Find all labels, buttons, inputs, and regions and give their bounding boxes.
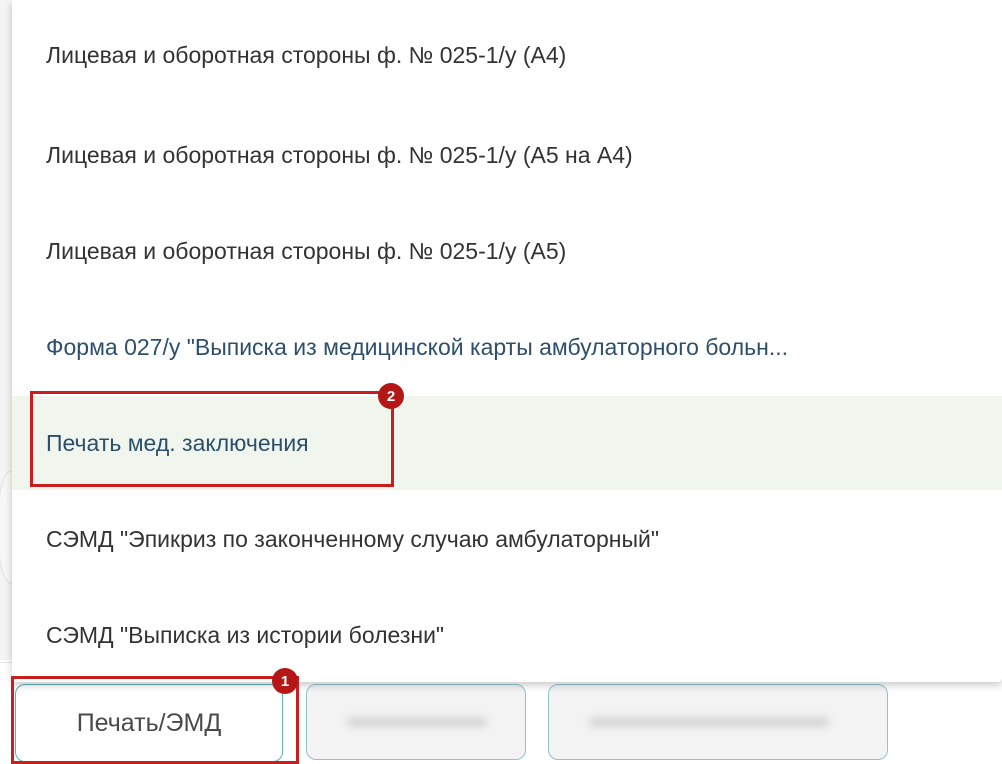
menu-item-025-a5[interactable]: Лицевая и оборотная стороны ф. № 025-1/у… (12, 204, 1002, 298)
menu-item-semd-epicrisis[interactable]: СЭМД "Эпикриз по законченному случаю амб… (12, 492, 1002, 586)
page-backdrop (0, 0, 12, 764)
menu-item-semd-discharge[interactable]: СЭМД "Выписка из истории болезни" (12, 588, 1002, 682)
menu-item-025-a4[interactable]: Лицевая и оборотная стороны ф. № 025-1/у… (12, 8, 1002, 102)
menu-item-label: Лицевая и оборотная стороны ф. № 025-1/у… (46, 41, 567, 68)
print-dropdown-menu: Лицевая и оборотная стороны ф. № 025-1/у… (12, 0, 1002, 682)
menu-item-label: Лицевая и оборотная стороны ф. № 025-1/у… (46, 237, 567, 264)
annotation-marker-2: 2 (378, 383, 404, 409)
menu-item-label: СЭМД "Выписка из истории болезни" (46, 621, 445, 648)
print-emd-button[interactable]: Печать/ЭМД (15, 684, 283, 762)
menu-item-med-conclusion[interactable]: Печать мед. заключения (12, 396, 1002, 490)
print-emd-button-label: Печать/ЭМД (76, 708, 222, 737)
secondary-button-1[interactable] (306, 684, 526, 760)
menu-item-form-027[interactable]: Форма 027/у "Выписка из медицинской карт… (12, 300, 1002, 394)
menu-item-label: Форма 027/у "Выписка из медицинской карт… (46, 333, 788, 360)
annotation-marker-1: 1 (272, 668, 298, 694)
menu-item-025-a5-on-a4[interactable]: Лицевая и оборотная стороны ф. № 025-1/у… (12, 108, 1002, 202)
menu-item-label: Лицевая и оборотная стороны ф. № 025-1/у… (46, 141, 633, 168)
blurred-label (347, 717, 487, 727)
secondary-button-2[interactable] (548, 684, 888, 760)
menu-item-label: Печать мед. заключения (46, 429, 309, 456)
menu-item-label: СЭМД "Эпикриз по законченному случаю амб… (46, 525, 660, 552)
blurred-label (589, 717, 829, 727)
